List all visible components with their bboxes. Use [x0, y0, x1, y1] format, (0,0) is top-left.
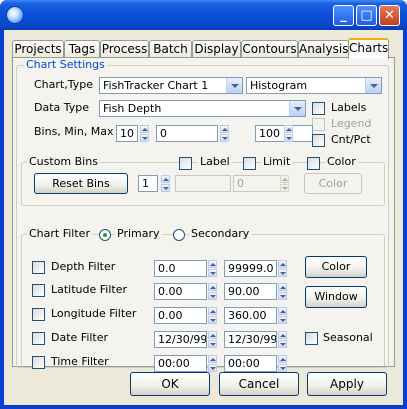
custom-limit-checkbox[interactable]	[243, 157, 256, 170]
cntpct-checkbox[interactable]	[312, 134, 325, 147]
tab-contours[interactable]: Contours	[241, 40, 298, 58]
reset-bins-button[interactable]: Reset Bins	[34, 173, 128, 194]
dialog-window: _ □ ✕ Projects Tags Process Batch Displa…	[0, 0, 407, 409]
filter-color-button[interactable]: Color	[305, 256, 367, 278]
longitude-filter-label: Longitude Filter	[51, 307, 137, 320]
labels-checkbox[interactable]	[312, 102, 325, 115]
primary-radio[interactable]	[99, 229, 111, 241]
bin-label-field[interactable]	[175, 175, 231, 192]
depth-filter-label: Depth Filter	[51, 260, 116, 273]
latitude-filter-checkbox[interactable]	[32, 284, 45, 297]
chart-type-select-value: Histogram	[250, 79, 308, 92]
latitude-from-spinner[interactable]	[208, 283, 217, 300]
time-to-field[interactable]: 00:00	[224, 355, 277, 372]
chart-select[interactable]: FishTracker Chart 1	[99, 77, 243, 94]
ok-button[interactable]: OK	[130, 372, 210, 396]
depth-from-field[interactable]: 0.0	[154, 260, 207, 277]
time-filter-label: Time Filter	[51, 355, 109, 368]
depth-to-field[interactable]: 99999.0	[224, 260, 277, 277]
custom-limit-checkbox-label: Limit	[261, 155, 293, 168]
min-spinner[interactable]	[220, 125, 229, 142]
latitude-to-field[interactable]: 90.00	[224, 283, 277, 300]
time-to-spinner[interactable]	[278, 355, 287, 372]
depth-to-spinner[interactable]	[278, 260, 287, 277]
longitude-filter-checkbox[interactable]	[32, 308, 45, 321]
max-spinner[interactable]	[284, 125, 293, 142]
latitude-from-field[interactable]: 0.00	[154, 283, 207, 300]
custom-label-checkbox-label: Label	[198, 155, 232, 168]
cntpct-checkbox-label: Cnt/Pct	[331, 133, 371, 146]
tab-projects[interactable]: Projects	[12, 40, 64, 58]
chevron-down-icon[interactable]	[365, 78, 381, 93]
depth-from-spinner[interactable]	[208, 260, 217, 277]
chevron-down-icon[interactable]	[226, 78, 242, 93]
cancel-button[interactable]: Cancel	[219, 372, 299, 396]
custom-color-checkbox-label: Color	[325, 155, 358, 168]
bin-limit-spinner[interactable]	[280, 175, 289, 192]
chart-select-value: FishTracker Chart 1	[103, 79, 209, 92]
custom-bins-label: Custom Bins	[27, 155, 100, 168]
bin-color-button[interactable]: Color	[304, 173, 362, 194]
date-to-field[interactable]: 12/30/99	[224, 331, 277, 348]
tab-charts[interactable]: Charts	[348, 38, 389, 59]
chart-settings-group: Chart Settings Chart,Type FishTracker Ch…	[16, 58, 389, 372]
bin-index-spinner[interactable]	[161, 175, 170, 192]
depth-filter-checkbox[interactable]	[32, 261, 45, 274]
maximize-button[interactable]: □	[356, 5, 377, 26]
seasonal-checkbox[interactable]	[305, 332, 318, 345]
legend-checkbox[interactable]	[312, 118, 325, 131]
bins-field[interactable]: 10	[116, 125, 138, 142]
minimize-button[interactable]: _	[333, 5, 354, 26]
app-globe-icon[interactable]	[6, 6, 24, 24]
bin-index-field[interactable]: 1	[138, 175, 158, 192]
charts-tab-panel: Chart Settings Chart,Type FishTracker Ch…	[12, 57, 395, 372]
custom-label-checkbox[interactable]	[179, 157, 192, 170]
time-from-field[interactable]: 00:00	[154, 355, 207, 372]
longitude-to-spinner[interactable]	[278, 307, 287, 324]
tab-process[interactable]: Process	[100, 40, 149, 58]
custom-color-checkbox[interactable]	[307, 157, 320, 170]
chart-filter-group: Chart Filter Primary Secondary Depth Fil…	[21, 227, 385, 372]
bins-min-max-label: Bins, Min, Max	[34, 125, 114, 138]
date-filter-label: Date Filter	[51, 331, 109, 344]
tab-batch[interactable]: Batch	[149, 40, 192, 58]
chart-filter-label: Chart Filter	[27, 227, 92, 240]
tab-display[interactable]: Display	[192, 40, 241, 58]
data-type-label: Data Type	[34, 101, 90, 114]
legend-checkbox-label: Legend	[331, 117, 372, 130]
longitude-from-spinner[interactable]	[208, 307, 217, 324]
data-type-select-value: Fish Depth	[103, 102, 162, 115]
title-bar[interactable]: _ □ ✕	[0, 0, 407, 30]
tab-analysis[interactable]: Analysis	[298, 40, 349, 58]
secondary-radio[interactable]	[173, 229, 185, 241]
date-to-spinner[interactable]	[278, 331, 287, 348]
time-filter-checkbox[interactable]	[32, 356, 45, 369]
dialog-client-area: Projects Tags Process Batch Display Cont…	[4, 30, 403, 405]
date-filter-checkbox[interactable]	[32, 332, 45, 345]
latitude-filter-label: Latitude Filter	[51, 283, 128, 296]
latitude-to-spinner[interactable]	[278, 283, 287, 300]
filter-window-button[interactable]: Window	[305, 286, 367, 308]
longitude-to-field[interactable]: 360.00	[224, 307, 277, 324]
custom-bins-group: Custom Bins Label Limit Color Reset Bins…	[21, 155, 385, 206]
seasonal-checkbox-label: Seasonal	[323, 331, 373, 344]
date-from-spinner[interactable]	[208, 331, 217, 348]
bins-spinner[interactable]	[140, 125, 149, 142]
labels-checkbox-label: Labels	[331, 101, 367, 114]
date-from-field[interactable]: 12/30/99	[154, 331, 207, 348]
close-button[interactable]: ✕	[379, 5, 400, 26]
chart-type-label: Chart,Type	[34, 78, 93, 91]
primary-radio-label: Primary	[115, 227, 162, 240]
data-type-select[interactable]: Fish Depth	[99, 100, 306, 117]
bin-limit-field[interactable]: 0	[233, 175, 285, 192]
min-field[interactable]: 0	[156, 125, 218, 142]
chevron-down-icon[interactable]	[289, 101, 305, 116]
longitude-from-field[interactable]: 0.00	[154, 307, 207, 324]
chart-type-select[interactable]: Histogram	[246, 77, 382, 94]
time-from-spinner[interactable]	[208, 355, 217, 372]
chart-settings-label: Chart Settings	[24, 58, 107, 71]
tab-tags[interactable]: Tags	[64, 40, 100, 58]
secondary-radio-label: Secondary	[189, 227, 252, 240]
apply-button[interactable]: Apply	[307, 372, 387, 396]
